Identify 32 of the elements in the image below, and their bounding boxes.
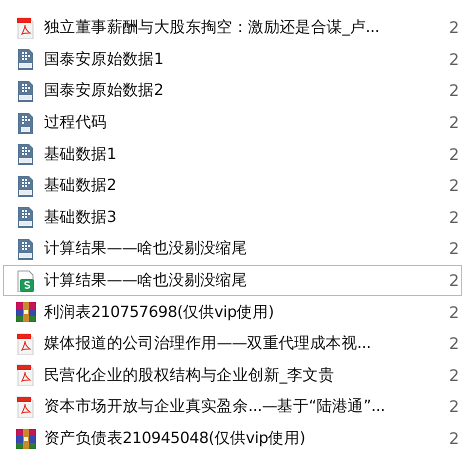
date-modified: 2: [449, 81, 460, 100]
date-modified: 2: [449, 208, 460, 227]
file-name[interactable]: 基础数据1: [44, 144, 434, 165]
file-name[interactable]: 计算结果——啥也没剔没缩尾: [44, 238, 434, 260]
archive-icon: [15, 428, 37, 450]
file-name[interactable]: 基础数据3: [44, 206, 434, 228]
file-name[interactable]: 国泰安原始数据1: [44, 48, 434, 70]
file-name[interactable]: 民营化企业的股权结构与企业创新_李文贵: [44, 364, 434, 386]
date-modified: 2: [449, 397, 460, 416]
file-name[interactable]: 资产负债表210945048(仅供vip使用): [44, 428, 434, 450]
file-name[interactable]: 资本市场开放与企业真实盈余...—基于“陆港通”...: [44, 396, 434, 418]
date-modified: 2: [449, 113, 460, 132]
file-name[interactable]: 基础数据2: [44, 175, 434, 196]
date-modified: 2: [449, 429, 460, 448]
archive-icon: [15, 301, 37, 324]
date-modified: 2: [449, 239, 460, 258]
focus-outline[interactable]: 计算结果——啥也没剔没缩尾 2: [3, 264, 462, 296]
date-modified: 2: [449, 176, 460, 196]
file-name[interactable]: 利润表210757698(仅供vip使用): [44, 302, 434, 323]
spreadsheet-file-icon: [15, 270, 37, 292]
date-modified: 2: [449, 334, 460, 354]
date-modified: 2: [449, 302, 460, 322]
date-modified: 2: [449, 271, 460, 290]
file-name[interactable]: 计算结果——啥也没剔没缩尾: [44, 270, 434, 292]
file-name[interactable]: 国泰安原始数据2: [44, 80, 434, 102]
file-name[interactable]: 独立董事薪酬与大股东掏空：激励还是合谋_卢...: [44, 17, 434, 38]
date-modified: 2: [449, 18, 460, 38]
date-modified: 2: [449, 366, 460, 385]
date-modified: 2: [449, 144, 460, 164]
file-name[interactable]: 过程代码: [44, 112, 434, 134]
date-modified: 2: [449, 50, 460, 69]
file-name[interactable]: 媒体报道的公司治理作用——双重代理成本视...: [44, 333, 434, 354]
